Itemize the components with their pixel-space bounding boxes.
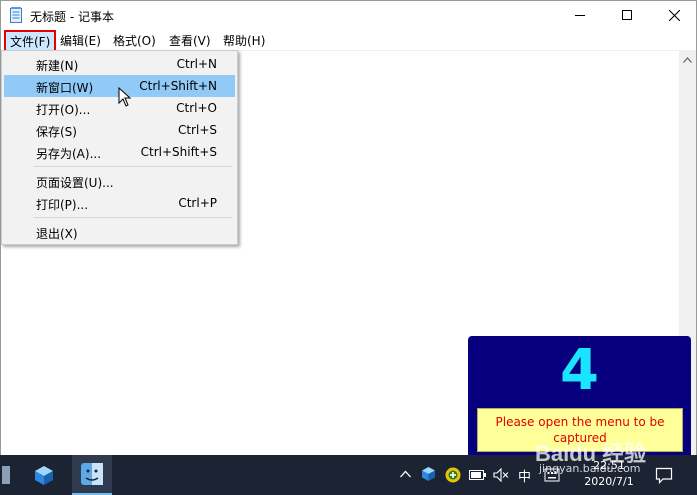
ime-indicator[interactable]: 中 — [518, 466, 531, 485]
minimize-icon — [575, 15, 585, 16]
countdown-number: 4 — [560, 338, 599, 403]
menu-item-exit[interactable]: 退出(X) — [4, 221, 235, 243]
menu-separator — [34, 217, 232, 218]
menu-item-print[interactable]: 打印(P)... Ctrl+P — [4, 192, 235, 214]
taskbar-app-capture-tool[interactable] — [72, 455, 112, 495]
menu-item-label: 页面设置(U)... — [36, 176, 114, 190]
chevron-up-icon[interactable] — [400, 470, 411, 478]
notepad-icon — [10, 7, 22, 23]
taskbar-app-partial[interactable] — [0, 455, 20, 495]
menu-separator — [34, 166, 232, 167]
watermark-site: jingyan.baidu.com — [539, 462, 641, 475]
menu-item-new[interactable]: 新建(N) Ctrl+N — [4, 53, 235, 75]
scroll-up-button[interactable] — [679, 51, 696, 68]
close-button[interactable] — [651, 1, 697, 29]
menu-edit[interactable]: 编辑(E) — [60, 32, 101, 49]
volume-muted-icon[interactable] — [493, 468, 509, 482]
chevron-up-icon — [683, 56, 692, 63]
menu-item-label: 保存(S) — [36, 125, 77, 139]
taskbar-app-sandbox[interactable] — [24, 455, 64, 495]
menu-view[interactable]: 查看(V) — [169, 32, 211, 49]
menu-item-shortcut: Ctrl+P — [178, 196, 217, 210]
menu-help[interactable]: 帮助(H) — [223, 32, 265, 49]
cube-app-icon — [35, 466, 53, 485]
menu-item-shortcut: Ctrl+N — [176, 57, 217, 71]
add-circle-icon[interactable] — [445, 467, 461, 483]
menu-item-save-as[interactable]: 另存为(A)... Ctrl+Shift+S — [4, 141, 235, 163]
clock-date: 2020/7/1 — [584, 475, 634, 488]
file-dropdown-menu: 新建(N) Ctrl+N 新窗口(W) Ctrl+Shift+N 打开(O)..… — [1, 50, 238, 245]
cube-tray-icon[interactable] — [421, 466, 436, 482]
menu-item-shortcut: Ctrl+Shift+N — [139, 79, 217, 93]
app-icon — [2, 466, 10, 484]
minimize-button[interactable] — [557, 1, 603, 29]
menu-item-save[interactable]: 保存(S) Ctrl+S — [4, 119, 235, 141]
window-title: 无标题 - 记事本 — [30, 10, 114, 24]
notification-icon[interactable] — [655, 466, 673, 484]
menu-format[interactable]: 格式(O) — [113, 32, 156, 49]
menu-item-label: 新建(N) — [36, 59, 79, 73]
maximize-button[interactable] — [604, 1, 650, 29]
menu-item-shortcut: Ctrl+O — [176, 101, 217, 115]
menu-bar: 文件(F) 编辑(E) 格式(O) 查看(V) 帮助(H) — [1, 29, 696, 53]
mouse-pointer-icon — [118, 87, 132, 107]
title-bar[interactable]: 无标题 - 记事本 — [1, 1, 696, 29]
menu-item-shortcut: Ctrl+Shift+S — [140, 145, 217, 159]
menu-item-label: 新窗口(W) — [36, 81, 94, 95]
battery-icon[interactable] — [469, 469, 487, 481]
menu-item-label: 退出(X) — [36, 227, 78, 241]
menu-item-label: 打印(P)... — [36, 198, 89, 212]
menu-item-label: 打开(O)... — [36, 103, 91, 117]
finder-face-icon — [81, 463, 103, 485]
close-icon — [668, 9, 680, 21]
maximize-icon — [622, 10, 632, 20]
menu-item-page-setup[interactable]: 页面设置(U)... — [4, 170, 235, 192]
menu-item-label: 另存为(A)... — [36, 147, 102, 161]
menu-item-shortcut: Ctrl+S — [177, 123, 217, 137]
